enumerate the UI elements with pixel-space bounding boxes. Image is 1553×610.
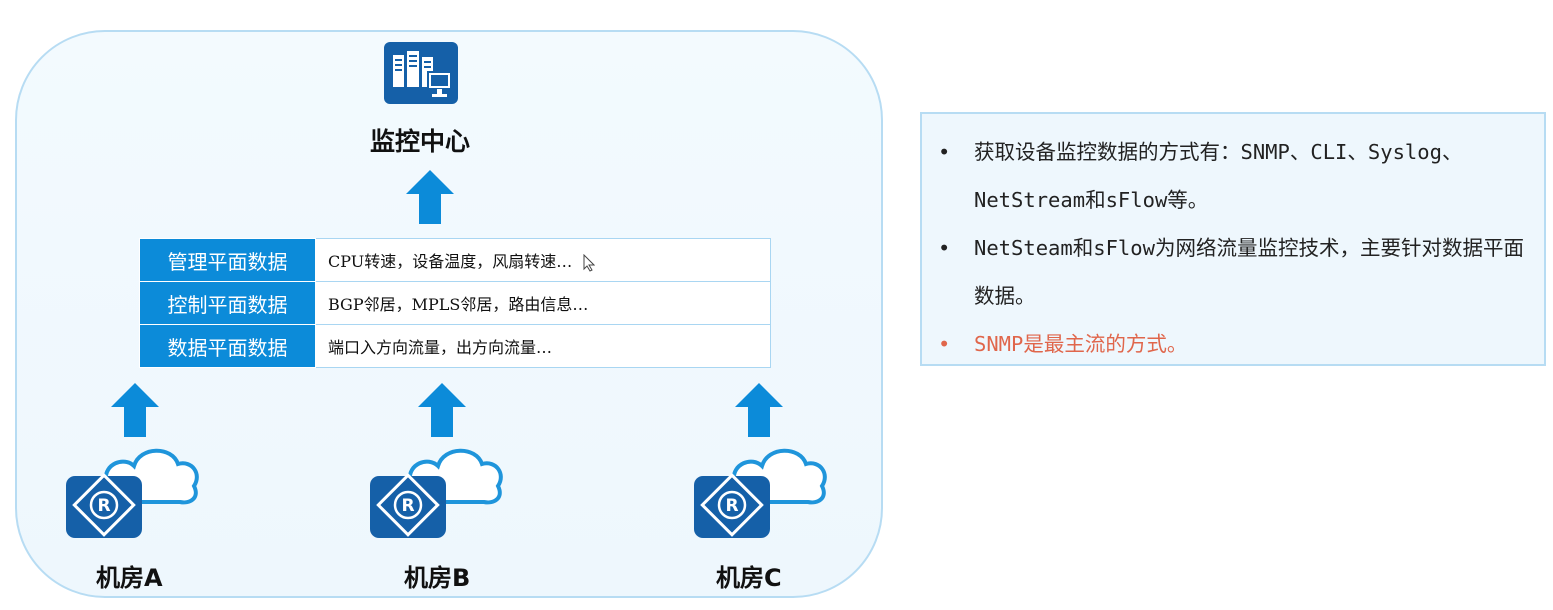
- bullet: •: [938, 332, 951, 356]
- up-arrow-icon: [735, 383, 783, 437]
- note-text: 获取设备监控数据的方式有：SNMP、CLI、Syslog、NetStream和s…: [974, 140, 1463, 212]
- svg-text:R: R: [401, 496, 414, 516]
- bullet: •: [938, 236, 951, 260]
- router-cloud-icon: R: [370, 448, 503, 538]
- row-value: BGP邻居，MPLS邻居，路由信息…: [315, 281, 771, 325]
- router-cloud-icon: R: [66, 448, 199, 538]
- room-label-a: 机房A: [96, 564, 163, 592]
- plane-data-table: 管理平面数据 CPU转速，设备温度，风扇转速… 控制平面数据 BGP邻居，MPL…: [139, 238, 771, 368]
- mouse-cursor-icon: [583, 253, 596, 272]
- notes-list: • 获取设备监控数据的方式有：SNMP、CLI、Syslog、NetStream…: [934, 128, 1526, 368]
- row-value-cell: CPU转速，设备温度，风扇转速…: [315, 238, 771, 282]
- row-label: 管理平面数据: [139, 238, 316, 282]
- bullet: •: [938, 140, 951, 164]
- table-row: 管理平面数据 CPU转速，设备温度，风扇转速…: [139, 238, 771, 282]
- note-text: SNMP是最主流的方式。: [974, 332, 1188, 356]
- note-item: • 获取设备监控数据的方式有：SNMP、CLI、Syslog、NetStream…: [934, 128, 1526, 224]
- row-value: 端口入方向流量，出方向流量…: [315, 324, 771, 368]
- router-cloud-icon: R: [694, 448, 827, 538]
- server-monitor-icon: [384, 42, 458, 104]
- row-value: CPU转速，设备温度，风扇转速…: [328, 252, 573, 271]
- row-label: 数据平面数据: [139, 324, 316, 368]
- svg-text:R: R: [97, 496, 110, 516]
- up-arrow-icon: [111, 383, 159, 437]
- room-label-b: 机房B: [404, 564, 471, 592]
- note-text: NetSteam和sFlow为网络流量监控技术，主要针对数据平面数据。: [974, 236, 1524, 308]
- up-arrow-icon: [406, 170, 454, 224]
- center-title: 监控中心: [369, 127, 470, 156]
- svg-text:R: R: [725, 496, 738, 516]
- up-arrow-icon: [418, 383, 466, 437]
- table-row: 控制平面数据 BGP邻居，MPLS邻居，路由信息…: [139, 281, 771, 325]
- note-item-highlight: • SNMP是最主流的方式。: [934, 320, 1526, 368]
- notes-box: • 获取设备监控数据的方式有：SNMP、CLI、Syslog、NetStream…: [920, 112, 1546, 366]
- table-row: 数据平面数据 端口入方向流量，出方向流量…: [139, 324, 771, 368]
- note-item: • NetSteam和sFlow为网络流量监控技术，主要针对数据平面数据。: [934, 224, 1526, 320]
- row-label: 控制平面数据: [139, 281, 316, 325]
- room-label-c: 机房C: [716, 564, 782, 592]
